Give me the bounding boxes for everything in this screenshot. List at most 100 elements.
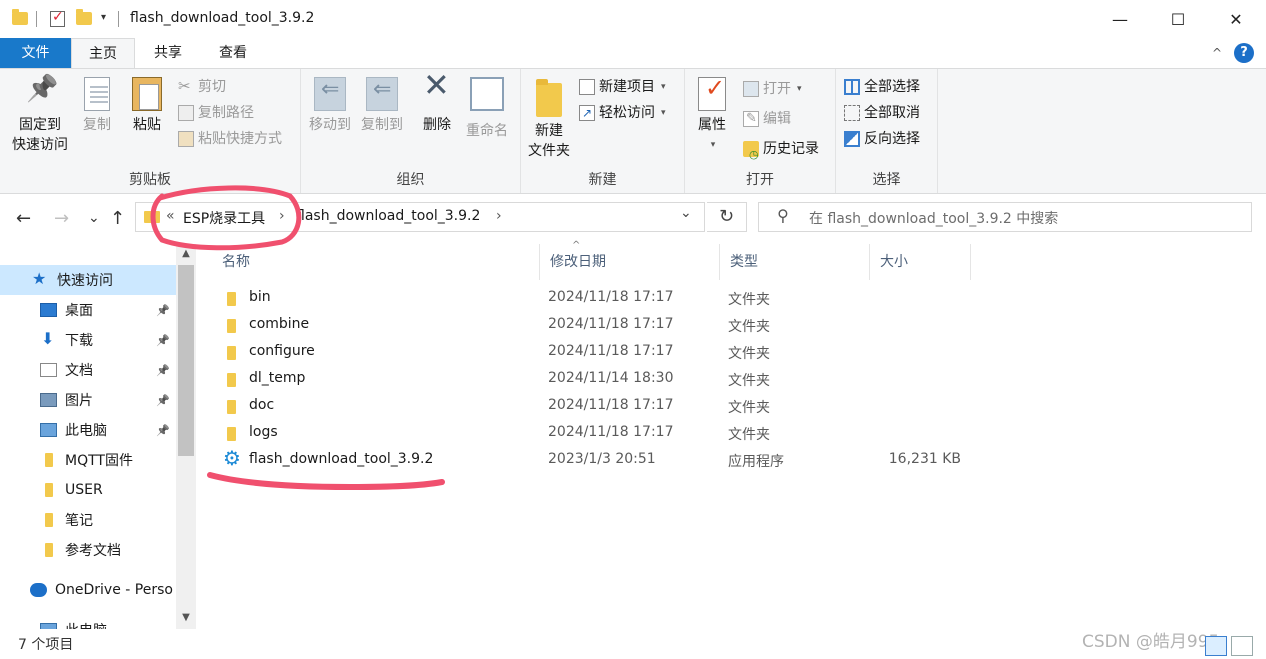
sidebar-item[interactable]: 笔记 xyxy=(0,505,176,535)
ribbon-tabs: 文件 主页 共享 查看 ^ ? xyxy=(0,38,1266,69)
navigation-bar: ← → ⌄ ↑ « ESP烧录工具 › flash_download_tool_… xyxy=(0,194,1266,244)
sidebar-scroll-thumb[interactable] xyxy=(178,265,194,456)
select-all-button[interactable]: 全部选择 xyxy=(844,77,920,97)
chevron-down-icon: ▾ xyxy=(797,84,802,94)
file-type: 文件夹 xyxy=(728,400,770,416)
sidebar-item[interactable]: 文档 📌 xyxy=(0,355,176,385)
breadcrumb-overflow[interactable]: « xyxy=(166,208,175,224)
column-date[interactable]: 修改日期 xyxy=(540,244,720,280)
pin-to-quick-access-button[interactable]: 固定到 快速访问 xyxy=(8,77,72,155)
file-row[interactable]: doc 2024/11/18 17:17 文件夹 xyxy=(220,393,980,420)
quick-access-dropdown-icon[interactable]: ▾ xyxy=(101,12,106,32)
new-folder-quick-icon[interactable] xyxy=(76,9,92,25)
tab-share[interactable]: 共享 xyxy=(140,38,196,68)
address-dropdown-icon[interactable]: ⌄ xyxy=(680,205,692,221)
search-box[interactable]: ⚲ 在 flash_download_tool_3.9.2 中搜索 xyxy=(758,202,1252,232)
file-row[interactable]: configure 2024/11/18 17:17 文件夹 xyxy=(220,339,980,366)
copy-path-button[interactable]: 复制路径 xyxy=(178,103,254,123)
sidebar-item[interactable]: 参考文档 xyxy=(0,535,176,565)
minimize-button[interactable]: — xyxy=(1091,0,1149,38)
sidebar-item[interactable]: OneDrive - Perso xyxy=(0,575,176,605)
history-button[interactable]: 历史记录 xyxy=(743,139,819,165)
tab-home[interactable]: 主页 xyxy=(71,38,135,69)
properties-button[interactable]: 属性 ▾ xyxy=(691,77,733,155)
maximize-button[interactable]: ☐ xyxy=(1149,0,1207,38)
breadcrumb-separator[interactable]: › xyxy=(279,208,285,224)
select-none-button[interactable]: 全部取消 xyxy=(844,103,920,123)
back-button[interactable]: ← xyxy=(16,208,31,229)
copy-to-button[interactable]: 复制到 xyxy=(357,77,407,135)
new-folder-button[interactable]: 新建 文件夹 xyxy=(525,77,573,161)
sidebar-item[interactable]: MQTT固件 xyxy=(0,445,176,475)
invert-selection-button[interactable]: 反向选择 xyxy=(844,129,920,149)
file-row[interactable]: combine 2024/11/18 17:17 文件夹 xyxy=(220,312,980,339)
breadcrumb-current[interactable]: flash_download_tool_3.9.2 xyxy=(296,208,480,224)
file-row[interactable]: bin 2024/11/18 17:17 文件夹 xyxy=(220,285,980,312)
file-name: dl_temp xyxy=(249,370,306,386)
search-input[interactable]: 在 flash_download_tool_3.9.2 中搜索 xyxy=(809,208,1058,228)
chevron-down-icon: ▾ xyxy=(710,140,716,150)
cut-button[interactable]: 剪切 xyxy=(178,76,226,97)
breadcrumb-separator[interactable]: › xyxy=(496,208,502,224)
open-button[interactable]: 打开 ▾ xyxy=(743,79,802,99)
sidebar-item[interactable]: 下载 📌 xyxy=(0,325,176,355)
collapse-ribbon-icon[interactable]: ^ xyxy=(1212,46,1222,60)
file-name: logs xyxy=(249,424,278,440)
file-date: 2024/11/14 18:30 xyxy=(548,370,674,386)
star-icon xyxy=(32,269,49,288)
file-type: 文件夹 xyxy=(728,319,770,335)
sidebar-item[interactable]: USER xyxy=(0,475,176,505)
large-icons-view-button[interactable] xyxy=(1231,636,1253,656)
sidebar-item[interactable]: 桌面 📌 xyxy=(0,295,176,325)
file-type: 文件夹 xyxy=(728,292,770,308)
sidebar-item[interactable]: 此电脑 xyxy=(0,615,176,629)
folder-icon xyxy=(12,9,28,25)
search-icon: ⚲ xyxy=(777,206,789,225)
file-date: 2024/11/18 17:17 xyxy=(548,289,674,305)
column-name[interactable]: 名称 xyxy=(212,244,540,280)
close-button[interactable]: ✕ xyxy=(1207,0,1265,38)
move-to-icon xyxy=(314,77,346,111)
edit-button[interactable]: 编辑 xyxy=(743,109,791,129)
scroll-down-icon[interactable]: ▼ xyxy=(176,612,196,623)
sidebar-item[interactable]: 图片 📌 xyxy=(0,385,176,415)
new-item-button[interactable]: 新建项目 ▾ xyxy=(579,77,666,97)
easy-access-icon xyxy=(579,103,595,123)
breadcrumb-esp-tools[interactable]: ESP烧录工具 xyxy=(183,208,265,228)
delete-button[interactable]: 删除 xyxy=(417,75,457,135)
rename-button[interactable]: 重命名 xyxy=(461,77,513,141)
file-row[interactable]: ⚙ flash_download_tool_3.9.2 2023/1/3 20:51… xyxy=(220,446,980,474)
up-button[interactable]: ↑ xyxy=(110,208,125,229)
sidebar-item-label: 笔记 xyxy=(65,513,93,529)
scissors-icon xyxy=(178,76,194,96)
help-icon[interactable]: ? xyxy=(1234,43,1254,63)
recent-locations-button[interactable]: ⌄ xyxy=(88,210,100,226)
refresh-button[interactable]: ↻ xyxy=(707,202,747,232)
move-to-button[interactable]: 移动到 xyxy=(305,77,355,135)
copy-button[interactable]: 复制 xyxy=(76,77,118,135)
sidebar-item[interactable]: 快速访问 xyxy=(0,265,176,295)
properties-quick-icon[interactable] xyxy=(50,9,65,27)
history-icon xyxy=(743,141,759,165)
details-view-button[interactable] xyxy=(1205,636,1227,656)
pin-icon: 📌 xyxy=(156,393,170,407)
column-type[interactable]: 类型 xyxy=(720,244,870,280)
file-row[interactable]: logs 2024/11/18 17:17 文件夹 xyxy=(220,420,980,447)
annotation-underline xyxy=(207,472,445,491)
chevron-down-icon: ▾ xyxy=(661,82,666,92)
easy-access-button[interactable]: 轻松访问▾ xyxy=(579,103,666,123)
paste-button[interactable]: 粘贴 xyxy=(126,77,168,135)
column-size[interactable]: 大小 xyxy=(870,244,971,280)
file-name: doc xyxy=(249,397,275,413)
pin-icon: 📌 xyxy=(156,303,170,317)
file-row[interactable]: dl_temp 2024/11/14 18:30 文件夹 xyxy=(220,366,980,393)
sidebar-item[interactable]: 此电脑 📌 xyxy=(0,415,176,445)
tab-file[interactable]: 文件 xyxy=(0,38,71,68)
scroll-up-icon[interactable]: ▲ xyxy=(176,248,196,259)
paste-shortcut-button[interactable]: 粘贴快捷方式 xyxy=(178,129,282,149)
folder-icon xyxy=(227,292,236,306)
sidebar-item-label: 图片 xyxy=(65,393,93,409)
address-bar[interactable]: « ESP烧录工具 › flash_download_tool_3.9.2 › … xyxy=(135,202,705,232)
tab-view[interactable]: 查看 xyxy=(205,38,261,68)
forward-button[interactable]: → xyxy=(54,208,69,229)
